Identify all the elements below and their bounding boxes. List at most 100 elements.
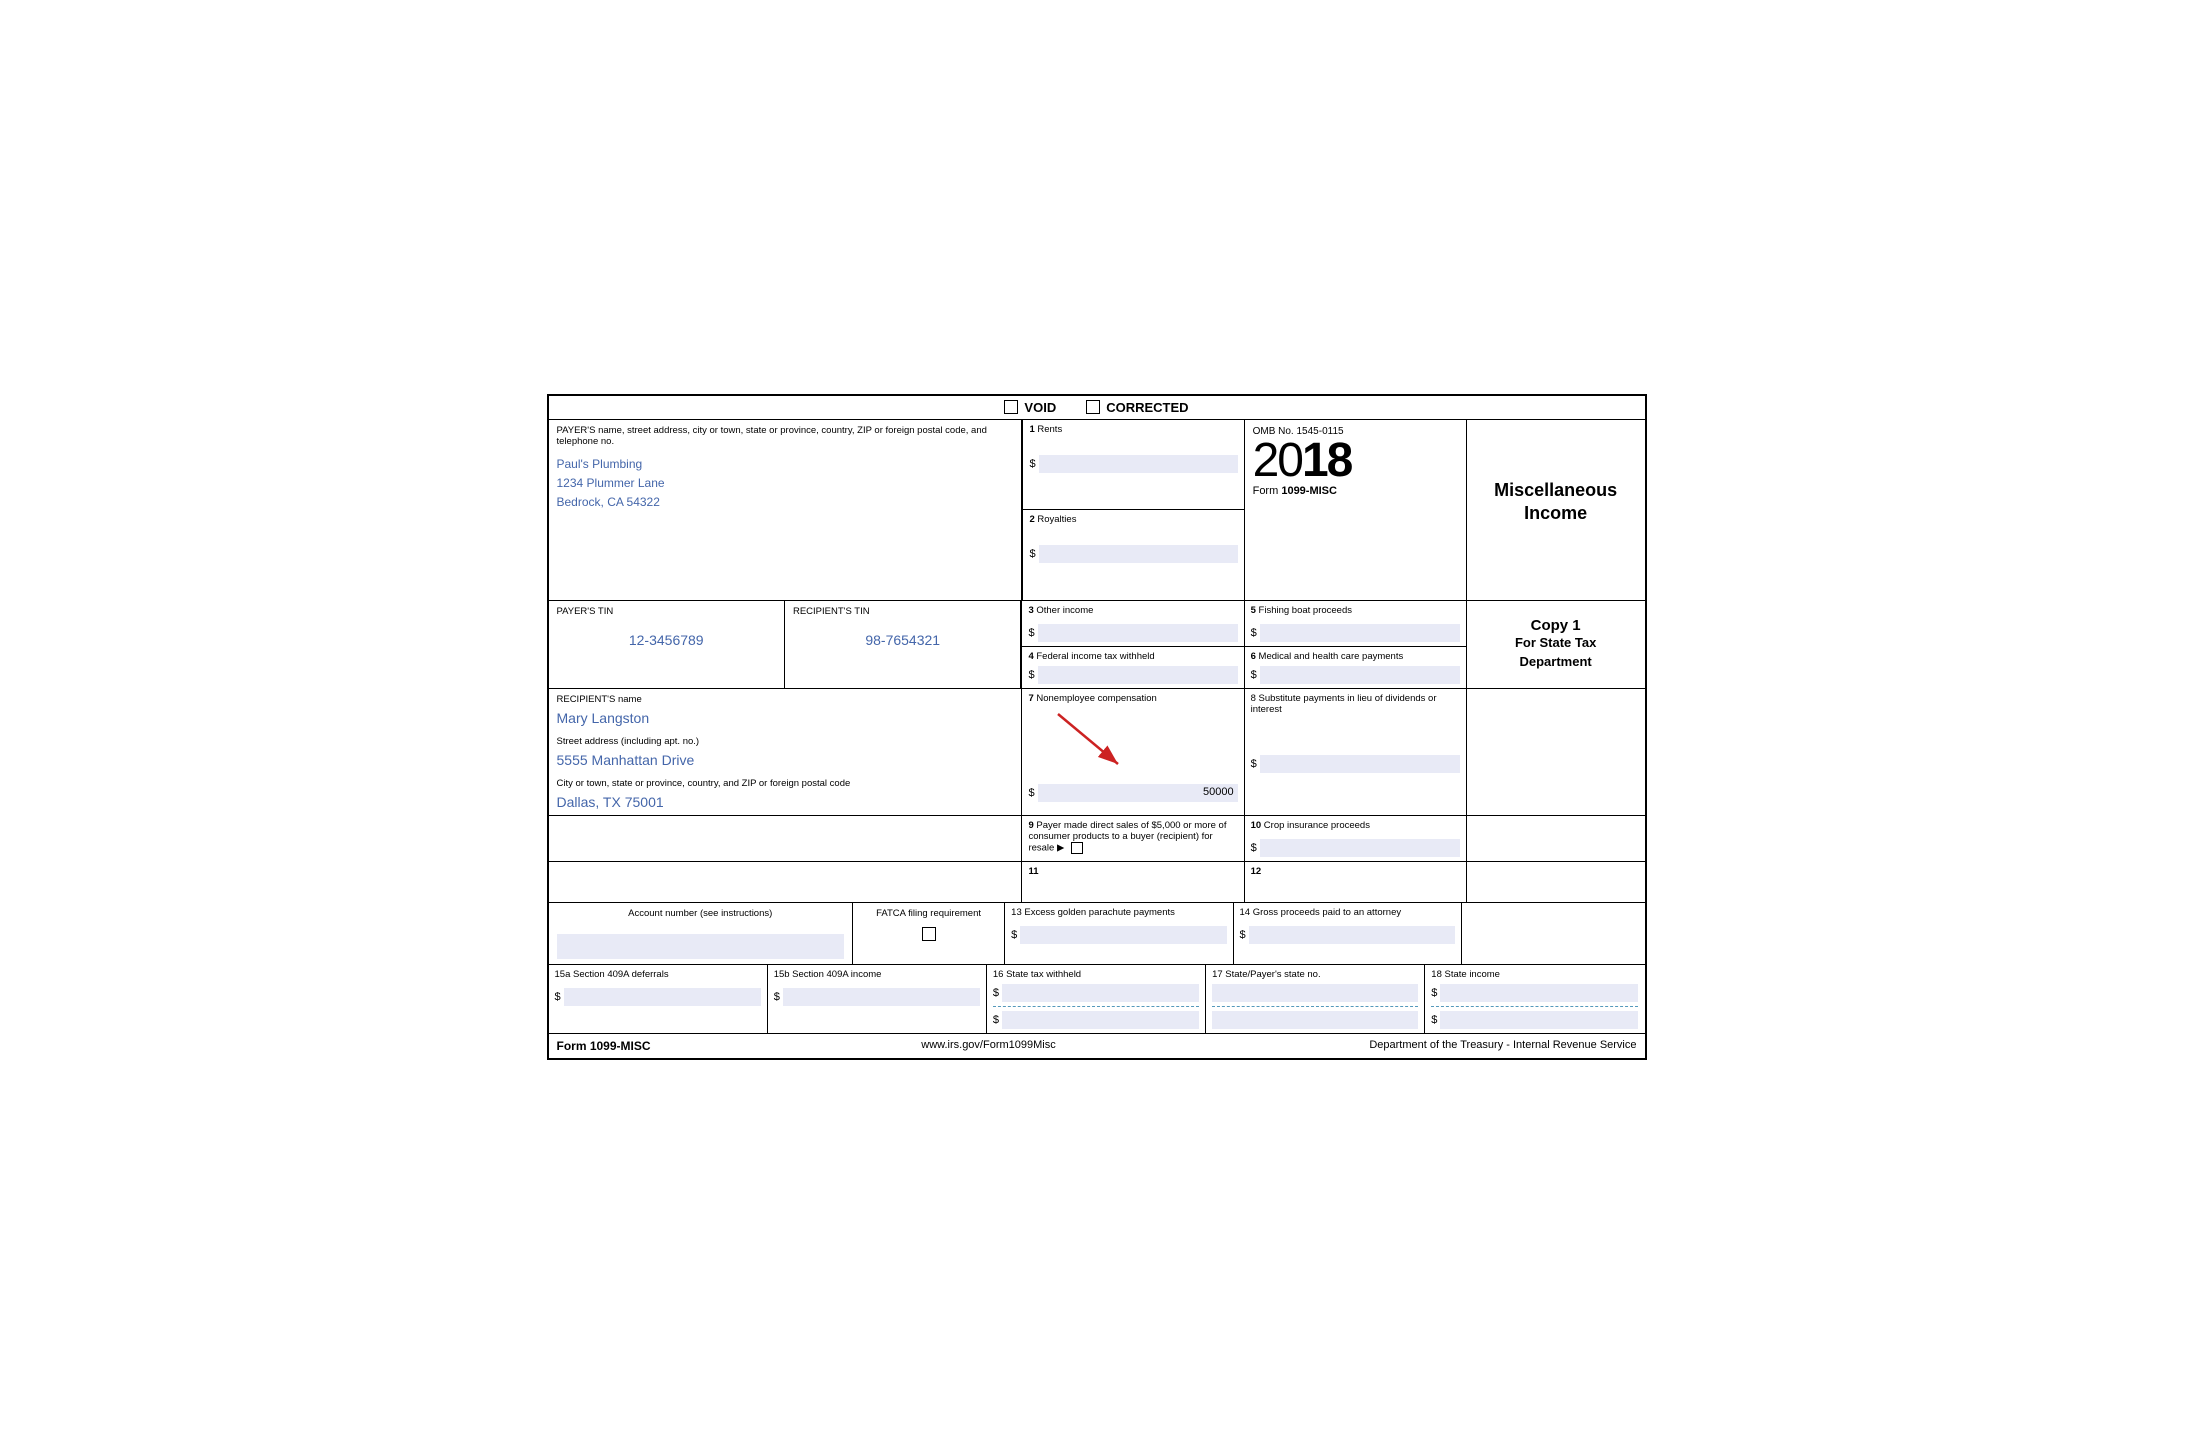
box12-cell: 12 — [1245, 862, 1467, 902]
box16-value[interactable] — [1002, 984, 1199, 1002]
box13-value[interactable] — [1020, 926, 1226, 944]
box14-value[interactable] — [1249, 926, 1455, 944]
recipient-tin-cell: RECIPIENT'S TIN 98-7654321 — [785, 601, 1021, 688]
form-1099-misc: VOID CORRECTED PAYER'S name, street addr… — [547, 394, 1647, 1060]
box6-value[interactable] — [1260, 666, 1460, 684]
box10-cell: 10 Crop insurance proceeds $ — [1245, 816, 1467, 861]
box2-dollar: $ — [1029, 548, 1035, 560]
account-label: Account number (see instructions) — [557, 908, 844, 919]
form-name-display: Form 1099-MISC — [1253, 485, 1458, 497]
city-value: Dallas, TX 75001 — [557, 794, 1014, 810]
box16-cell: 16 State tax withheld $ $ — [987, 965, 1206, 1033]
box1-label: 1 Rents — [1029, 424, 1237, 435]
box3-cell: 3 Other income $ — [1022, 601, 1243, 647]
box3-4-col: 3 Other income $ 4 Federal income tax wi… — [1022, 601, 1244, 688]
box9-cell: 9 Payer made direct sales of $5,000 or m… — [1022, 816, 1244, 861]
box14-cell: 14 Gross proceeds paid to an attorney $ — [1234, 903, 1462, 964]
box16-value2[interactable] — [1002, 1011, 1199, 1029]
box15a-label: 15a Section 409A deferrals — [555, 969, 761, 980]
box15a-value[interactable] — [564, 988, 761, 1006]
box9-label: 9 Payer made direct sales of $5,000 or m… — [1028, 820, 1237, 854]
box10-label: 10 Crop insurance proceeds — [1251, 820, 1460, 831]
copy1-label-cell: Copy 1 For State TaxDepartment — [1467, 601, 1645, 688]
recipient-tin-label: RECIPIENT'S TIN — [793, 606, 1012, 617]
street-label: Street address (including apt. no.) — [557, 736, 1014, 747]
box3-value[interactable] — [1038, 624, 1238, 642]
fatca-cell: FATCA filing requirement — [853, 903, 1005, 964]
right-empty-row4 — [1467, 816, 1645, 861]
street-value: 5555 Manhattan Drive — [557, 752, 1014, 768]
account-cell: Account number (see instructions) — [549, 903, 853, 964]
box5-value[interactable] — [1260, 624, 1460, 642]
box15b-label: 15b Section 409A income — [774, 969, 980, 980]
box8-value[interactable] — [1260, 755, 1460, 773]
box11-label: 11 — [1028, 866, 1237, 877]
box7-label: 7 Nonemployee compensation — [1028, 693, 1237, 704]
misc-income-title-cell: Miscellaneous Income — [1467, 420, 1645, 600]
box6-cell: 6 Medical and health care payments $ — [1245, 647, 1466, 688]
omb-year-cell: OMB No. 1545-0115 2018 Form 1099-MISC — [1245, 420, 1467, 600]
box14-label: 14 Gross proceeds paid to an attorney — [1240, 907, 1455, 918]
corrected-checkbox[interactable] — [1086, 400, 1100, 414]
copy1-title: Copy 1 — [1531, 617, 1581, 634]
box18-label: 18 State income — [1431, 969, 1638, 980]
box1-cell: 1 Rents $ — [1023, 420, 1243, 511]
box18-value2[interactable] — [1440, 1011, 1638, 1029]
box4-value[interactable] — [1038, 666, 1238, 684]
right-empty-row6 — [1462, 903, 1645, 964]
box7-value[interactable]: 50000 — [1038, 784, 1238, 802]
box10-value[interactable] — [1260, 839, 1460, 857]
void-item: VOID — [1004, 400, 1056, 415]
row5-left-empty — [549, 862, 1023, 902]
box7-cell: 7 Nonemployee compensation $ 50000 — [1022, 689, 1244, 815]
corrected-label: CORRECTED — [1106, 400, 1188, 415]
box18-cell: 18 State income $ $ — [1425, 965, 1644, 1033]
account-value[interactable] — [557, 934, 844, 959]
box17-value2[interactable] — [1212, 1011, 1418, 1029]
box6-label: 6 Medical and health care payments — [1251, 651, 1460, 662]
year-display: 2018 — [1253, 437, 1458, 485]
year-light: 20 — [1253, 434, 1302, 487]
fatca-checkbox[interactable] — [922, 927, 936, 941]
right-empty-row5 — [1467, 862, 1645, 902]
box2-value[interactable] — [1039, 545, 1238, 563]
payer-address: 1234 Plummer Lane — [557, 474, 1014, 493]
footer-row: Form 1099-MISC www.irs.gov/Form1099Misc … — [549, 1034, 1645, 1058]
box17-value[interactable] — [1212, 984, 1418, 1002]
recipient-info-cell: RECIPIENT'S name Mary Langston Street ad… — [549, 689, 1023, 815]
box16-label: 16 State tax withheld — [993, 969, 1199, 980]
corrected-item: CORRECTED — [1086, 400, 1188, 415]
city-label: City or town, state or province, country… — [557, 778, 1014, 789]
footer-website: www.irs.gov/Form1099Misc — [773, 1039, 1205, 1053]
box5-cell: 5 Fishing boat proceeds $ — [1245, 601, 1466, 647]
void-checkbox[interactable] — [1004, 400, 1018, 414]
box2-cell: 2 Royalties $ — [1023, 510, 1243, 600]
box3-label: 3 Other income — [1028, 605, 1237, 616]
box17-cell: 17 State/Payer's state no. — [1206, 965, 1425, 1033]
box1-dollar: $ — [1029, 458, 1035, 470]
footer-department: Department of the Treasury - Internal Re… — [1205, 1039, 1637, 1053]
tin-section: PAYER'S TIN 12-3456789 RECIPIENT'S TIN 9… — [549, 601, 1023, 688]
box4-label: 4 Federal income tax withheld — [1028, 651, 1237, 662]
box1-value[interactable] — [1039, 455, 1238, 473]
box1-2-col: 1 Rents $ 2 Royalties $ — [1022, 420, 1244, 600]
box15b-value[interactable] — [783, 988, 980, 1006]
box18-value[interactable] — [1440, 984, 1638, 1002]
payer-tin-cell: PAYER'S TIN 12-3456789 — [549, 601, 785, 688]
box5-6-col: 5 Fishing boat proceeds $ 6 Medical and … — [1245, 601, 1467, 688]
box15a-cell: 15a Section 409A deferrals $ — [549, 965, 768, 1033]
box9-checkbox[interactable] — [1071, 842, 1083, 854]
box12-label: 12 — [1251, 866, 1460, 877]
box8-label: 8 Substitute payments in lieu of dividen… — [1251, 693, 1460, 715]
dashed-divider-18 — [1431, 1006, 1638, 1007]
payer-field-label: PAYER'S name, street address, city or to… — [557, 425, 1014, 447]
right-empty-row3 — [1467, 689, 1645, 815]
box13-cell: 13 Excess golden parachute payments $ — [1005, 903, 1233, 964]
fatca-label: FATCA filing requirement — [861, 908, 996, 919]
recipient-tin-value: 98-7654321 — [793, 632, 1012, 648]
payer-info-cell: PAYER'S name, street address, city or to… — [549, 420, 1023, 600]
dashed-divider-16 — [993, 1006, 1199, 1007]
row4-left-empty — [549, 816, 1023, 861]
arrow-annotation — [1028, 709, 1148, 779]
box5-label: 5 Fishing boat proceeds — [1251, 605, 1460, 616]
